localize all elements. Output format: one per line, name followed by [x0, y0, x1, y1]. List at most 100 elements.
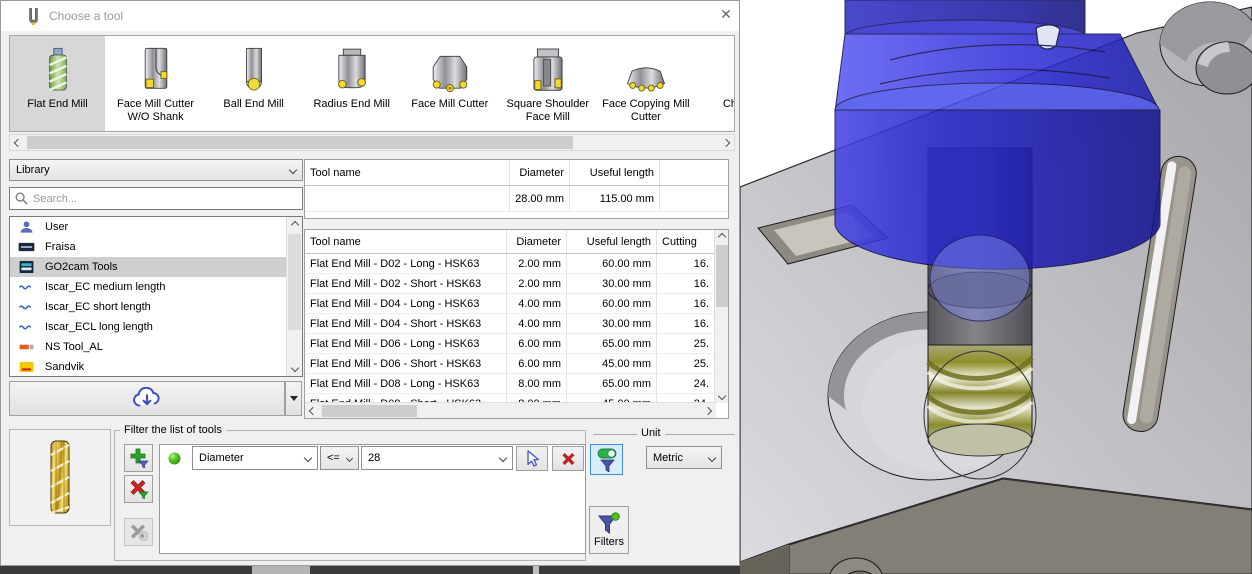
add-filter-icon	[130, 448, 149, 468]
3d-viewport[interactable]	[739, 0, 1252, 574]
table-row[interactable]: Flat End Mill - D06 - Long - HSK63 6.00 …	[305, 334, 715, 354]
library-item-sandvik[interactable]: Sandvik	[10, 357, 286, 376]
filter-value-input[interactable]	[368, 452, 488, 464]
background-window-handle	[533, 566, 539, 574]
library-item-go2cam-tools[interactable]: GO2cam Tools	[10, 257, 286, 277]
iscar-logo-icon	[18, 325, 32, 330]
library-item-label: Iscar_EC short length	[45, 301, 151, 313]
pick-value-button[interactable]	[516, 446, 548, 471]
scroll-right-icon[interactable]	[718, 135, 734, 150]
remove-filter-button[interactable]	[124, 475, 153, 503]
tool-type-face-mill-cutter[interactable]: Face Mill Cutter	[402, 36, 497, 131]
unit-value: Metric	[653, 451, 683, 464]
scrollbar-thumb[interactable]	[322, 405, 417, 417]
filter-active-indicator	[168, 452, 181, 465]
table-row[interactable]: Flat End Mill - D04 - Short - HSK63 4.00…	[305, 314, 715, 334]
library-item-user[interactable]: User	[10, 217, 286, 237]
column-header-useful-length[interactable]: Useful length	[570, 160, 660, 185]
scrollbar-thumb[interactable]	[716, 245, 728, 307]
scrollbar-thumb[interactable]	[27, 136, 573, 149]
tool-type-square-shoulder-face-mill[interactable]: Square Shoulder Face Mill	[500, 36, 595, 131]
chamfer-mill-icon	[696, 40, 734, 96]
scroll-right-icon[interactable]	[700, 403, 716, 418]
library-item-ns-tool-al[interactable]: NS Tool_AL	[10, 337, 286, 357]
download-library-button[interactable]	[9, 381, 285, 416]
cell-cutting: 25.	[693, 357, 709, 370]
library-list-scrollbar[interactable]	[286, 217, 302, 376]
filters-button-label: Filters	[594, 536, 624, 548]
tool-type-ball-end-mill[interactable]: Ball End Mill	[206, 36, 301, 131]
scroll-down-icon[interactable]	[287, 360, 302, 376]
search-icon	[15, 192, 28, 205]
tool-type-face-copying-mill-cutter[interactable]: Face Copying Mill Cutter	[598, 36, 693, 131]
cursor-pick-icon	[526, 450, 539, 467]
column-header-diameter[interactable]: Diameter	[507, 230, 567, 253]
scroll-left-icon[interactable]	[10, 135, 26, 150]
search-input[interactable]	[33, 192, 297, 205]
filter-group-label: Filter the list of tools	[120, 424, 226, 436]
user-icon	[20, 221, 33, 233]
radius-end-mill-icon	[304, 40, 399, 96]
scroll-up-icon[interactable]	[287, 217, 302, 233]
filter-operator-combobox[interactable]: <=	[320, 446, 359, 470]
filters-button[interactable]: Filters	[589, 506, 629, 554]
filter-value-combobox[interactable]	[361, 446, 513, 470]
search-box[interactable]	[9, 187, 303, 210]
fraisa-logo-icon	[18, 242, 35, 252]
scrollbar-thumb[interactable]	[288, 234, 301, 330]
cell-useful-length: 45.00 mm	[567, 354, 657, 373]
selected-tool-useful-length: 115.00 mm	[570, 186, 660, 211]
table-row[interactable]: Flat End Mill - D08 - Long - HSK63 8.00 …	[305, 374, 715, 394]
background-window-edge	[0, 566, 740, 574]
scroll-up-icon[interactable]	[715, 230, 728, 244]
cell-diameter: 4.00 mm	[507, 314, 567, 333]
cell-tool-name: Flat End Mill - D08 - Long - HSK63	[305, 374, 507, 393]
cell-useful-length: 60.00 mm	[567, 254, 657, 273]
library-item-iscar-ec-medium[interactable]: Iscar_EC medium length	[10, 277, 286, 297]
table-row[interactable]: Flat End Mill - D06 - Short - HSK63 6.00…	[305, 354, 715, 374]
library-item-label: Iscar_ECL long length	[45, 321, 153, 333]
add-filter-button[interactable]	[124, 444, 153, 472]
table-row[interactable]: Flat End Mill - D02 - Long - HSK63 2.00 …	[305, 254, 715, 274]
clear-filter-button-disabled[interactable]	[124, 518, 153, 546]
delete-filter-row-button[interactable]	[552, 446, 584, 471]
cell-cutting: 24.	[693, 377, 709, 390]
library-item-iscar-ec-short[interactable]: Iscar_EC short length	[10, 297, 286, 317]
filter-enable-toggle-button[interactable]	[590, 444, 623, 475]
tool-type-flat-end-mill[interactable]: Flat End Mill	[10, 36, 105, 131]
tool-type-label: Radius End Mill	[313, 98, 390, 110]
cell-tool-name: Flat End Mill - D06 - Short - HSK63	[305, 354, 507, 373]
library-item-iscar-ecl-long[interactable]: Iscar_ECL long length	[10, 317, 286, 337]
column-header-cutting[interactable]: Cutting	[657, 230, 714, 253]
tool-type-face-mill-wo-shank[interactable]: Face Mill Cutter W/O Shank	[108, 36, 203, 131]
selected-tool-row[interactable]: 28.00 mm 115.00 mm	[305, 186, 728, 212]
tool-type-label: Flat End Mill	[27, 98, 88, 110]
strip-scrollbar[interactable]	[9, 134, 735, 151]
cell-diameter: 8.00 mm	[507, 374, 567, 393]
cell-cutting: 16.	[693, 277, 709, 290]
dialog-titlebar[interactable]: Choose a tool ✕	[1, 1, 739, 31]
column-header-tool-name[interactable]: Tool name	[305, 160, 510, 185]
filter-field-combobox[interactable]: Diameter	[192, 446, 318, 470]
tools-table-hscrollbar[interactable]	[305, 402, 716, 418]
column-header-useful-length[interactable]: Useful length	[567, 230, 657, 253]
tools-table: Tool name Diameter Useful length Cutting…	[304, 229, 729, 419]
scroll-down-icon[interactable]	[715, 389, 728, 403]
tool-type-chamfer[interactable]: Chamfer	[696, 36, 734, 131]
square-shoulder-face-mill-icon	[500, 40, 595, 96]
column-header-tool-name[interactable]: Tool name	[305, 230, 507, 253]
unit-combobox[interactable]: Metric	[646, 446, 722, 469]
download-options-dropdown[interactable]	[285, 381, 302, 416]
column-header-diameter[interactable]: Diameter	[510, 160, 570, 185]
table-row[interactable]: Flat End Mill - D04 - Long - HSK63 4.00 …	[305, 294, 715, 314]
library-item-fraisa[interactable]: Fraisa	[10, 237, 286, 257]
close-icon[interactable]: ✕	[715, 6, 737, 26]
3d-scene	[739, 0, 1252, 574]
table-row[interactable]: Flat End Mill - D02 - Short - HSK63 2.00…	[305, 274, 715, 294]
tool-type-radius-end-mill[interactable]: Radius End Mill	[304, 36, 399, 131]
delete-icon	[562, 452, 575, 465]
scroll-left-icon[interactable]	[305, 403, 321, 418]
library-combobox[interactable]: Library	[9, 159, 303, 181]
tools-table-vscrollbar[interactable]	[714, 230, 728, 403]
chevron-down-icon	[288, 165, 298, 175]
